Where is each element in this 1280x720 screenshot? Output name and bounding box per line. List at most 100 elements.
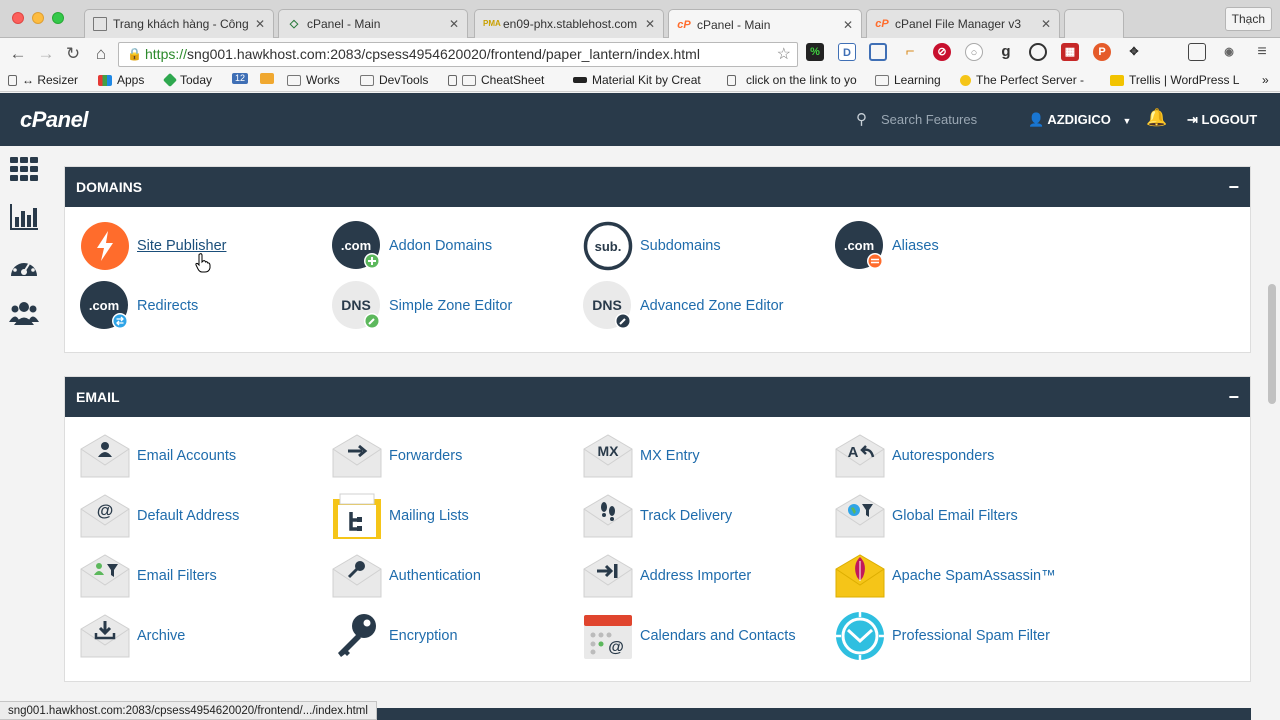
bookmark-today[interactable]: Today (162, 72, 212, 88)
search-features[interactable]: ⚲ Search Features (856, 110, 977, 128)
close-tab-icon[interactable]: ✕ (449, 17, 459, 31)
window-close-button[interactable] (12, 12, 24, 24)
sub-icon: sub. (583, 221, 633, 271)
home-icon[interactable]: ⌂ (91, 44, 111, 64)
feature-aliases[interactable]: .com Aliases (835, 221, 939, 271)
feature-redirects[interactable]: .com Redirects (80, 281, 198, 331)
window-zoom-button[interactable] (52, 12, 64, 24)
reload-icon[interactable]: ↻ (63, 44, 83, 64)
bookmark-cheatsheet[interactable]: CheatSheet (448, 73, 544, 87)
collapse-icon[interactable]: − (1228, 167, 1239, 207)
document-icon (727, 74, 736, 86)
menu-icon[interactable]: ≡ (1253, 43, 1271, 61)
d-extension-icon[interactable]: D (838, 43, 856, 61)
browser-tab[interactable]: cP cPanel File Manager v3 ✕ (866, 9, 1060, 38)
ruler-extension-icon[interactable]: ⌐ (901, 43, 919, 61)
browser-tab-bar: Trang khách hàng - Công t ✕ ◇ cPanel - M… (0, 0, 1280, 39)
g-extension-icon[interactable]: g (997, 43, 1015, 61)
feature-subdomains[interactable]: sub. Subdomains (583, 221, 721, 271)
search-input[interactable]: Search Features (881, 112, 977, 127)
mail-extension-icon[interactable]: ▦ (1061, 43, 1079, 61)
bookmark-calendar[interactable]: 12 (232, 73, 253, 84)
document-icon (93, 17, 107, 31)
puzzle-extension-icon[interactable]: ✥ (1125, 43, 1143, 61)
bookmark-works[interactable]: Works (287, 73, 340, 87)
profile-button[interactable]: Thạch (1224, 7, 1272, 31)
feature-autoresponders[interactable]: A Autoresponders (835, 431, 994, 481)
feature-simple-zone-editor[interactable]: DNS Simple Zone Editor (332, 281, 512, 331)
document-icon (8, 74, 17, 86)
bookmark-devtools[interactable]: DevTools (360, 73, 428, 87)
more-bookmarks-icon[interactable]: » (1262, 73, 1269, 87)
users-icon[interactable] (9, 298, 39, 328)
feature-authentication[interactable]: Authentication (332, 551, 481, 601)
svg-text:.com: .com (89, 298, 119, 313)
folder-icon (360, 74, 374, 86)
logout-button[interactable]: ⇥ LOGOUT (1187, 112, 1257, 128)
browser-tab-active[interactable]: cP cPanel - Main ✕ (668, 9, 862, 39)
bookmark-material-kit[interactable]: Material Kit by Creat (573, 73, 701, 87)
search-icon: ⚲ (856, 111, 867, 128)
bookmark-resizer[interactable]: ↔ Resizer (8, 73, 78, 87)
cpanel-logo[interactable]: cPanel (20, 107, 88, 133)
user-menu[interactable]: 👤 AZDIGICO ▼ (1028, 112, 1131, 128)
page-scrollbar[interactable] (1268, 284, 1276, 404)
home-grid-icon[interactable] (9, 154, 39, 184)
close-tab-icon[interactable]: ✕ (1041, 17, 1051, 31)
bookmark-learning[interactable]: Learning (875, 73, 941, 87)
bookmark-box[interactable] (260, 73, 279, 84)
spam-filter-icon (835, 611, 885, 661)
back-arrow-icon[interactable]: ← (8, 44, 28, 64)
address-bar[interactable]: 🔒 https://sng001.hawkhost.com:2083/cpses… (118, 42, 798, 67)
chat-extension-icon[interactable] (1188, 43, 1206, 61)
feature-apache-spamassassin[interactable]: Apache SpamAssassin™ (835, 551, 1056, 601)
feature-archive[interactable]: Archive (80, 611, 185, 661)
close-tab-icon[interactable]: ✕ (645, 17, 655, 31)
feature-address-importer[interactable]: Address Importer (583, 551, 751, 601)
new-tab-button[interactable] (1064, 9, 1124, 38)
feature-mx-entry[interactable]: MX MX Entry (583, 431, 700, 481)
key-icon (332, 611, 382, 661)
feature-professional-spam-filter[interactable]: Professional Spam Filter (835, 611, 1050, 661)
domains-panel-header[interactable]: DOMAINS − (65, 167, 1250, 207)
feature-global-email-filters[interactable]: Global Email Filters (835, 491, 1018, 541)
bookmark-click-link[interactable]: click on the link to yo (727, 73, 857, 87)
window-minimize-button[interactable] (32, 12, 44, 24)
collapse-icon[interactable]: − (1228, 377, 1239, 417)
forward-arrow-icon[interactable]: → (36, 44, 56, 64)
feature-advanced-zone-editor[interactable]: DNS Advanced Zone Editor (583, 281, 783, 331)
feature-forwarders[interactable]: Forwarders (332, 431, 462, 481)
p-extension-icon[interactable]: P (1093, 43, 1111, 61)
feature-mailing-lists[interactable]: Mailing Lists (332, 491, 469, 541)
bookmark-star-icon[interactable]: ☆ (777, 43, 791, 66)
folder-icon (462, 74, 476, 86)
circle-extension-icon[interactable]: ○ (965, 43, 983, 61)
feature-default-address[interactable]: @ Default Address (80, 491, 239, 541)
browser-tab[interactable]: PMA en09-phx.stablehost.com / ✕ (474, 9, 664, 38)
close-tab-icon[interactable]: ✕ (843, 18, 853, 32)
close-tab-icon[interactable]: ✕ (255, 17, 265, 31)
bookmark-apps[interactable]: Apps (98, 73, 144, 87)
email-panel-header[interactable]: EMAIL − (65, 377, 1250, 417)
dashboard-gauge-icon[interactable] (9, 252, 39, 282)
browser-toolbar: ← → ↻ ⌂ 🔒 https://sng001.hawkhost.com:20… (0, 38, 1280, 70)
browser-tab[interactable]: ◇ cPanel - Main ✕ (278, 9, 468, 38)
feature-track-delivery[interactable]: Track Delivery (583, 491, 732, 541)
feature-encryption[interactable]: Encryption (332, 611, 458, 661)
feature-email-filters[interactable]: Email Filters (80, 551, 217, 601)
screen-capture-icon[interactable] (869, 43, 887, 61)
lastpass-icon[interactable]: ⊘ (933, 43, 951, 61)
percent-extension-icon[interactable]: % (806, 43, 824, 61)
feature-calendars-contacts[interactable]: @ Calendars and Contacts (583, 611, 796, 661)
feature-email-accounts[interactable]: Email Accounts (80, 431, 236, 481)
browser-tab[interactable]: Trang khách hàng - Công t ✕ (84, 9, 274, 38)
svg-text:MX: MX (598, 443, 620, 459)
feature-addon-domains[interactable]: .com Addon Domains (332, 221, 492, 271)
status-bar: sng001.hawkhost.com:2083/cpsess495462002… (0, 701, 377, 720)
camera-extension-icon[interactable]: ◉ (1220, 43, 1238, 61)
statistics-icon[interactable] (9, 202, 39, 232)
bookmark-perfect-server[interactable]: The Perfect Server - (960, 73, 1084, 87)
bookmark-trellis[interactable]: Trellis | WordPress L (1110, 73, 1239, 87)
sync-extension-icon[interactable] (1029, 43, 1047, 61)
bell-icon[interactable]: 🔔 (1146, 108, 1167, 128)
